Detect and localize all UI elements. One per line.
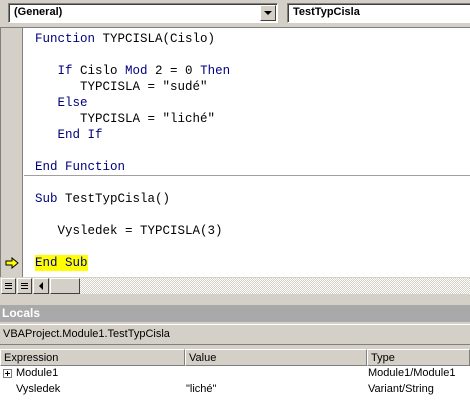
code-token: TYPCISLA = "sudé" <box>35 80 208 94</box>
code-line[interactable]: TYPCISLA = "sudé" <box>35 79 208 95</box>
margin-indicator-bar[interactable] <box>1 28 23 277</box>
code-keyword: Else <box>35 96 88 110</box>
procedure-view-button[interactable] <box>1 278 16 294</box>
procedure-dropdown-value: TestTypCisla <box>293 6 360 18</box>
object-dropdown[interactable]: (General) <box>8 3 278 23</box>
code-keyword: Then <box>200 64 231 78</box>
code-editor[interactable]: Function TYPCISLA(Cislo) If Cislo Mod 2 … <box>0 27 470 277</box>
locals-window-title: Locals <box>0 305 470 322</box>
chevron-left-icon <box>39 282 43 290</box>
column-header-value[interactable]: Value <box>185 349 367 366</box>
procedure-separator <box>24 175 470 176</box>
horizontal-scroll-track[interactable] <box>80 278 470 294</box>
full-module-view-icon <box>21 283 28 289</box>
code-line[interactable]: Sub TestTypCisla() <box>35 191 170 207</box>
code-line[interactable]: Else <box>35 95 88 111</box>
local-expression[interactable]: Vysledek <box>16 382 60 397</box>
local-expression[interactable]: Module1 <box>16 366 58 381</box>
code-token: Vysledek = TYPCISLA(3) <box>35 224 223 238</box>
code-line[interactable]: End If <box>35 127 103 143</box>
object-dropdown-button[interactable] <box>260 5 276 21</box>
code-line[interactable]: End Function <box>35 159 125 175</box>
editor-footer <box>0 277 470 295</box>
locals-context: VBAProject.Module1.TestTypCisla <box>0 324 470 345</box>
code-token: 2 = 0 <box>155 64 201 78</box>
local-value[interactable]: "liché" <box>186 382 216 397</box>
code-window-toolbar: (General) TestTypCisla <box>0 0 470 26</box>
code-keyword: End Sub <box>35 256 88 270</box>
chevron-down-icon <box>264 11 272 15</box>
scroll-left-button[interactable] <box>33 278 49 294</box>
column-header-type[interactable]: Type <box>367 349 470 366</box>
code-keyword: Function <box>35 32 103 46</box>
procedure-view-icon <box>5 283 12 289</box>
code-line[interactable]: If Cislo Mod 2 = 0 Then <box>35 63 231 79</box>
local-type: Variant/String <box>368 383 434 395</box>
full-module-view-button[interactable] <box>17 278 32 294</box>
code-token: Cislo <box>80 64 126 78</box>
code-line[interactable]: TYPCISLA = "liché" <box>35 111 215 127</box>
object-dropdown-value: (General) <box>14 6 63 18</box>
column-header-expression[interactable]: Expression <box>0 349 185 366</box>
code-keyword: If <box>35 64 81 78</box>
code-line[interactable]: Function TYPCISLA(Cislo) <box>35 31 215 47</box>
expand-plus-icon[interactable] <box>3 369 12 378</box>
code-token: TYPCISLA(Cislo) <box>102 32 216 46</box>
code-keyword: End If <box>35 128 103 142</box>
code-keyword: Sub <box>35 192 66 206</box>
code-line[interactable]: End Sub <box>35 255 88 271</box>
procedure-dropdown[interactable]: TestTypCisla <box>287 3 470 23</box>
execution-arrow-icon <box>5 257 19 269</box>
local-type: Module1/Module1 <box>368 367 456 379</box>
code-token: TestTypCisla() <box>65 192 171 206</box>
code-token: TYPCISLA = "liché" <box>35 112 216 126</box>
code-keyword: Mod <box>125 64 156 78</box>
code-keyword: End Function <box>35 160 126 174</box>
code-line[interactable]: Vysledek = TYPCISLA(3) <box>35 223 223 239</box>
locals-grid[interactable]: Expression Value Type Module1 Module1/Mo… <box>0 349 470 405</box>
horizontal-scroll-thumb[interactable] <box>50 278 80 294</box>
